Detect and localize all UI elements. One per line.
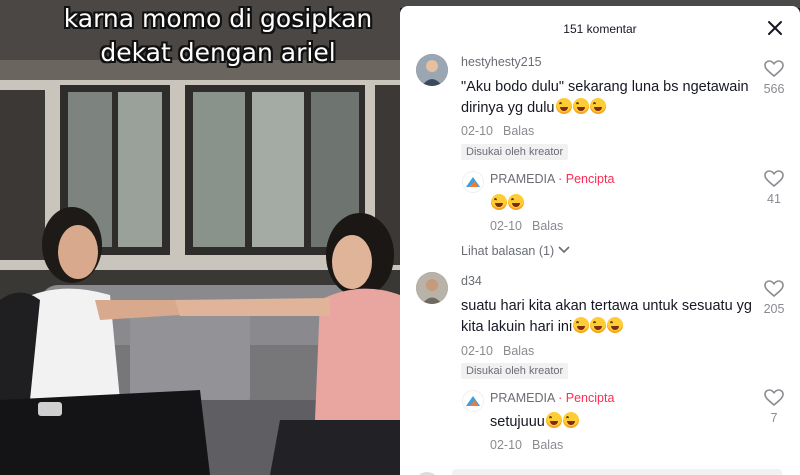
reply-username-text: PRAMEDIA [490,172,555,186]
reply-date: 02-10 [490,438,522,452]
creator-label: Pencipta [565,391,615,405]
comment-text: suatu hari kita akan tertawa untuk sesua… [461,296,761,338]
reply-date: 02-10 [490,219,522,233]
heart-icon[interactable] [764,280,784,298]
comment-username[interactable]: hestyhesty215 [461,55,542,69]
reply-button[interactable]: Balas [532,438,563,452]
video-caption-line1: karna momo di gosipkan [63,4,373,33]
reply-button[interactable]: Balas [532,219,563,233]
laughing-emoji-icon [555,98,572,114]
laughing-emoji-icon [589,98,606,114]
reply-button[interactable]: Balas [503,124,534,138]
comment-text-content: suatu hari kita akan tertawa untuk sesua… [461,298,752,335]
view-replies-button[interactable]: Lihat balasan (1) [461,244,570,258]
separator-dot: · [558,391,563,405]
comment-text-content: "Aku bodo dulu" sekarang luna bs ngetawa… [461,79,749,116]
like-count: 7 [770,411,778,425]
laughing-emoji-icon [545,412,562,428]
heart-icon[interactable] [764,60,784,78]
heart-icon[interactable] [764,170,784,188]
comment-input[interactable] [452,469,782,475]
liked-by-creator-badge: Disukai oleh kreator [461,363,569,379]
comments-count-title: 151 komentar [563,22,637,36]
video-frame [0,0,400,475]
reply-text-content: setujuuu [490,414,545,430]
avatar[interactable] [416,54,448,86]
reply-text: setujuuu [490,412,790,433]
laughing-emoji-icon [508,194,524,210]
laughing-emoji-icon [572,98,589,114]
comment-date: 02-10 [461,124,493,138]
view-replies-label: Lihat balasan (1) [461,244,555,258]
like-count: 41 [767,192,781,206]
video-caption-line2: dekat dengan ariel [100,38,336,67]
comment-text: "Aku bodo dulu" sekarang luna bs ngetawa… [461,77,761,119]
creator-avatar[interactable] [462,390,484,412]
laughing-emoji-icon [562,412,579,428]
close-icon[interactable] [766,19,784,37]
laughing-emoji-icon [573,317,590,333]
reply-username-text: PRAMEDIA [490,391,555,405]
video-player[interactable]: karna momo di gosipkan dekat dengan arie… [0,0,400,475]
reply-username[interactable]: PRAMEDIA · Pencipta [490,391,614,405]
laughing-emoji-icon [491,194,507,210]
heart-icon[interactable] [764,389,784,407]
reply-text [490,194,790,215]
reply-username[interactable]: PRAMEDIA · Pencipta [490,172,614,186]
comment-username[interactable]: d34 [461,274,482,288]
laughing-emoji-icon [607,317,624,333]
comment-date: 02-10 [461,344,493,358]
creator-label: Pencipta [565,172,615,186]
like-count: 566 [763,82,785,96]
comments-panel: 151 komentar hestyhesty215 "Aku bodo dul… [400,6,800,475]
reply-button[interactable]: Balas [503,344,534,358]
creator-avatar[interactable] [462,171,484,193]
avatar[interactable] [416,272,448,304]
separator-dot: · [558,172,563,186]
liked-by-creator-badge: Disukai oleh kreator [461,144,569,160]
chevron-down-icon [558,246,570,254]
like-count: 205 [763,302,785,316]
laughing-emoji-icon [590,317,607,333]
